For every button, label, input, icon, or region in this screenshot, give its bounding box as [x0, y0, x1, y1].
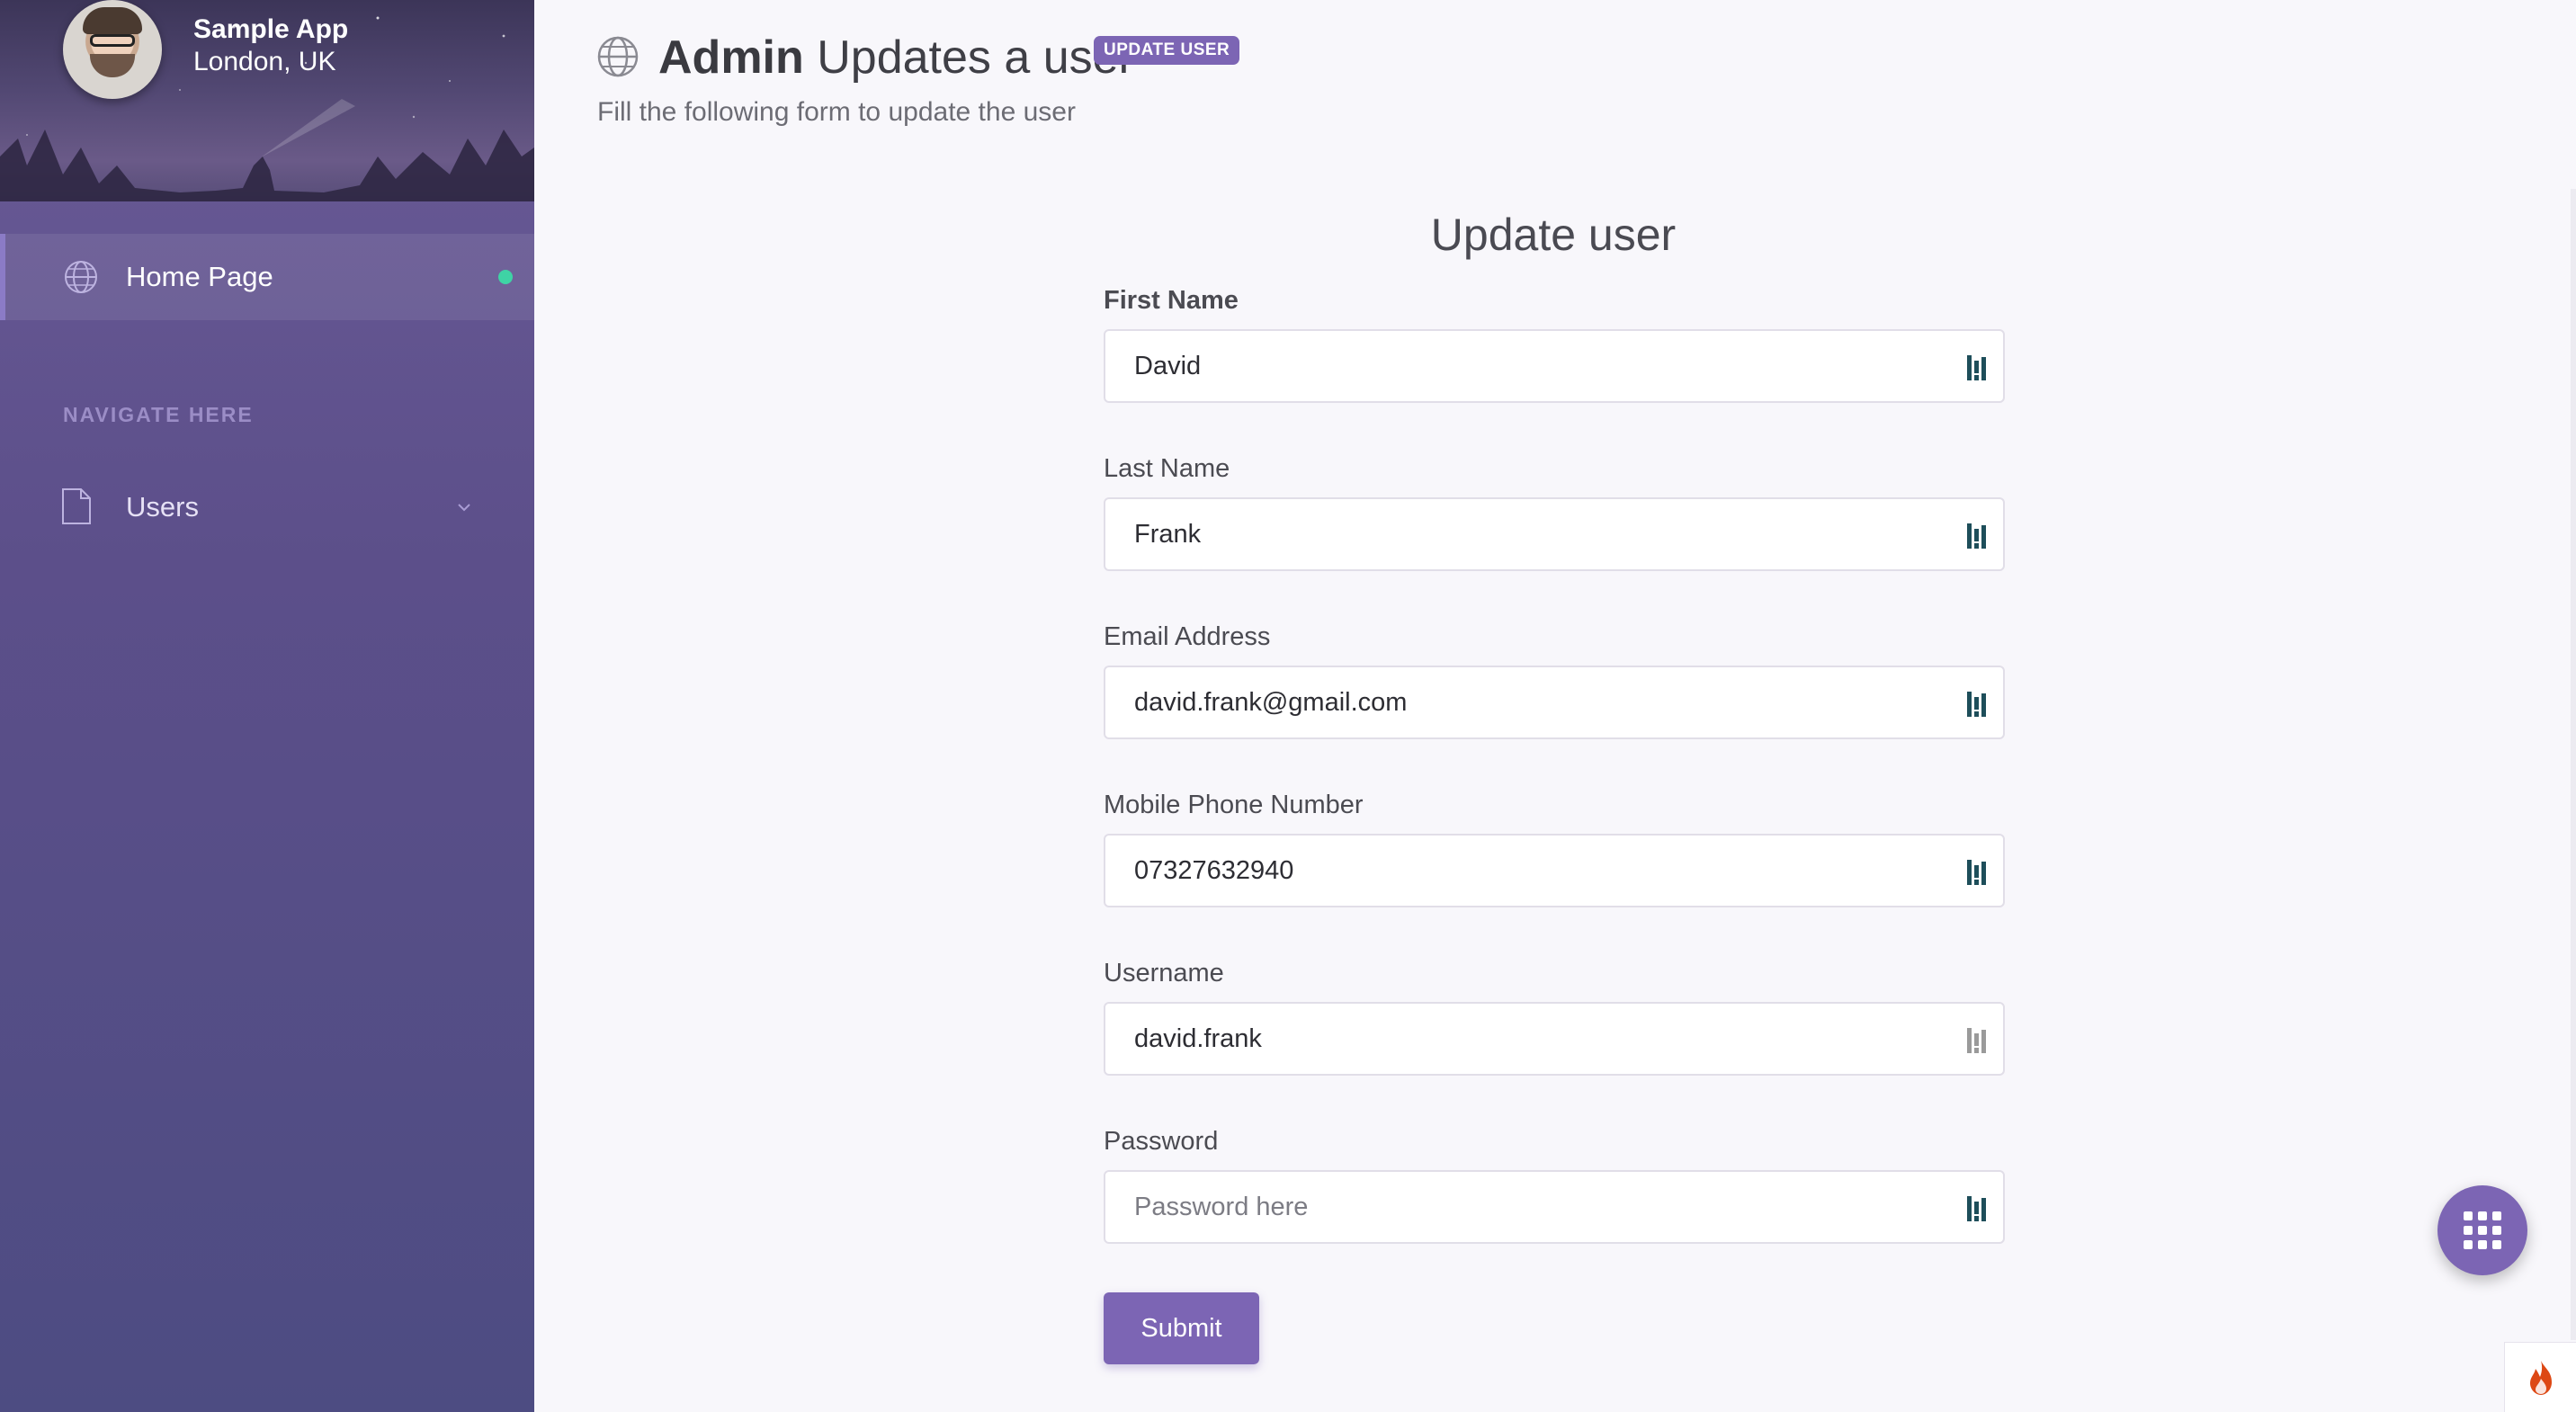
- last-name-input[interactable]: [1105, 499, 1951, 569]
- first-name-field: [1104, 329, 2005, 403]
- sidebar-header: Sample App London, UK: [0, 0, 534, 201]
- apps-menu-button[interactable]: [2437, 1185, 2527, 1275]
- mobile-phone-label: Mobile Phone Number: [1104, 791, 1364, 819]
- password-manager-icon[interactable]: [1965, 690, 1989, 719]
- active-indicator-dot: [498, 270, 513, 284]
- password-manager-icon[interactable]: [1965, 522, 1989, 550]
- scrollbar[interactable]: [2571, 189, 2576, 1340]
- sidebar-item-users[interactable]: Users: [0, 478, 534, 536]
- globe-icon: [65, 261, 97, 293]
- password-manager-icon[interactable]: [1965, 1026, 1989, 1055]
- email-label: Email Address: [1104, 622, 1271, 651]
- page-title-rest: Updates a user: [817, 31, 1134, 84]
- password-manager-icon[interactable]: [1965, 353, 1989, 382]
- username-input[interactable]: [1105, 1004, 1951, 1074]
- app-name: Sample App: [193, 14, 349, 44]
- last-name-field: [1104, 497, 2005, 571]
- app-location: London, UK: [193, 47, 336, 76]
- email-input[interactable]: [1105, 667, 1951, 737]
- nav-section-title: NAVIGATE HERE: [63, 403, 254, 426]
- mobile-phone-input[interactable]: [1105, 836, 1951, 906]
- page-title: Admin Updates a user: [658, 31, 1134, 85]
- password-manager-icon[interactable]: [1965, 858, 1989, 887]
- tree-silhouette-image: [0, 130, 534, 201]
- last-name-label: Last Name: [1104, 454, 1230, 483]
- first-name-label: First Name: [1104, 286, 1239, 315]
- username-field: [1104, 1002, 2005, 1076]
- submit-button[interactable]: Submit: [1104, 1292, 1259, 1364]
- sidebar: Sample App London, UK Home Page NAVIGATE…: [0, 0, 534, 1412]
- first-name-input[interactable]: [1105, 331, 1951, 401]
- flame-icon: [2530, 1361, 2552, 1395]
- password-input[interactable]: [1105, 1172, 1951, 1242]
- sidebar-item-label: Home Page: [126, 261, 273, 292]
- chevron-down-icon[interactable]: [452, 495, 477, 520]
- file-icon: [62, 488, 91, 524]
- grid-icon: [2464, 1211, 2501, 1249]
- page-title-bold: Admin: [658, 31, 804, 84]
- status-badge: UPDATE USER: [1094, 36, 1240, 65]
- password-label: Password: [1104, 1127, 1219, 1156]
- password-manager-icon[interactable]: [1965, 1194, 1989, 1223]
- debug-toolbar-toggle[interactable]: [2504, 1342, 2576, 1412]
- password-field: [1104, 1170, 2005, 1244]
- sidebar-item-home-page[interactable]: Home Page: [0, 234, 534, 320]
- avatar[interactable]: [63, 0, 162, 99]
- username-label: Username: [1104, 959, 1224, 988]
- mobile-phone-field: [1104, 834, 2005, 907]
- page-subtitle: Fill the following form to update the us…: [597, 97, 1076, 127]
- sidebar-item-label: Users: [126, 491, 199, 523]
- form-title: Update user: [1430, 210, 1677, 260]
- email-field: [1104, 666, 2005, 739]
- globe-icon: [597, 36, 639, 77]
